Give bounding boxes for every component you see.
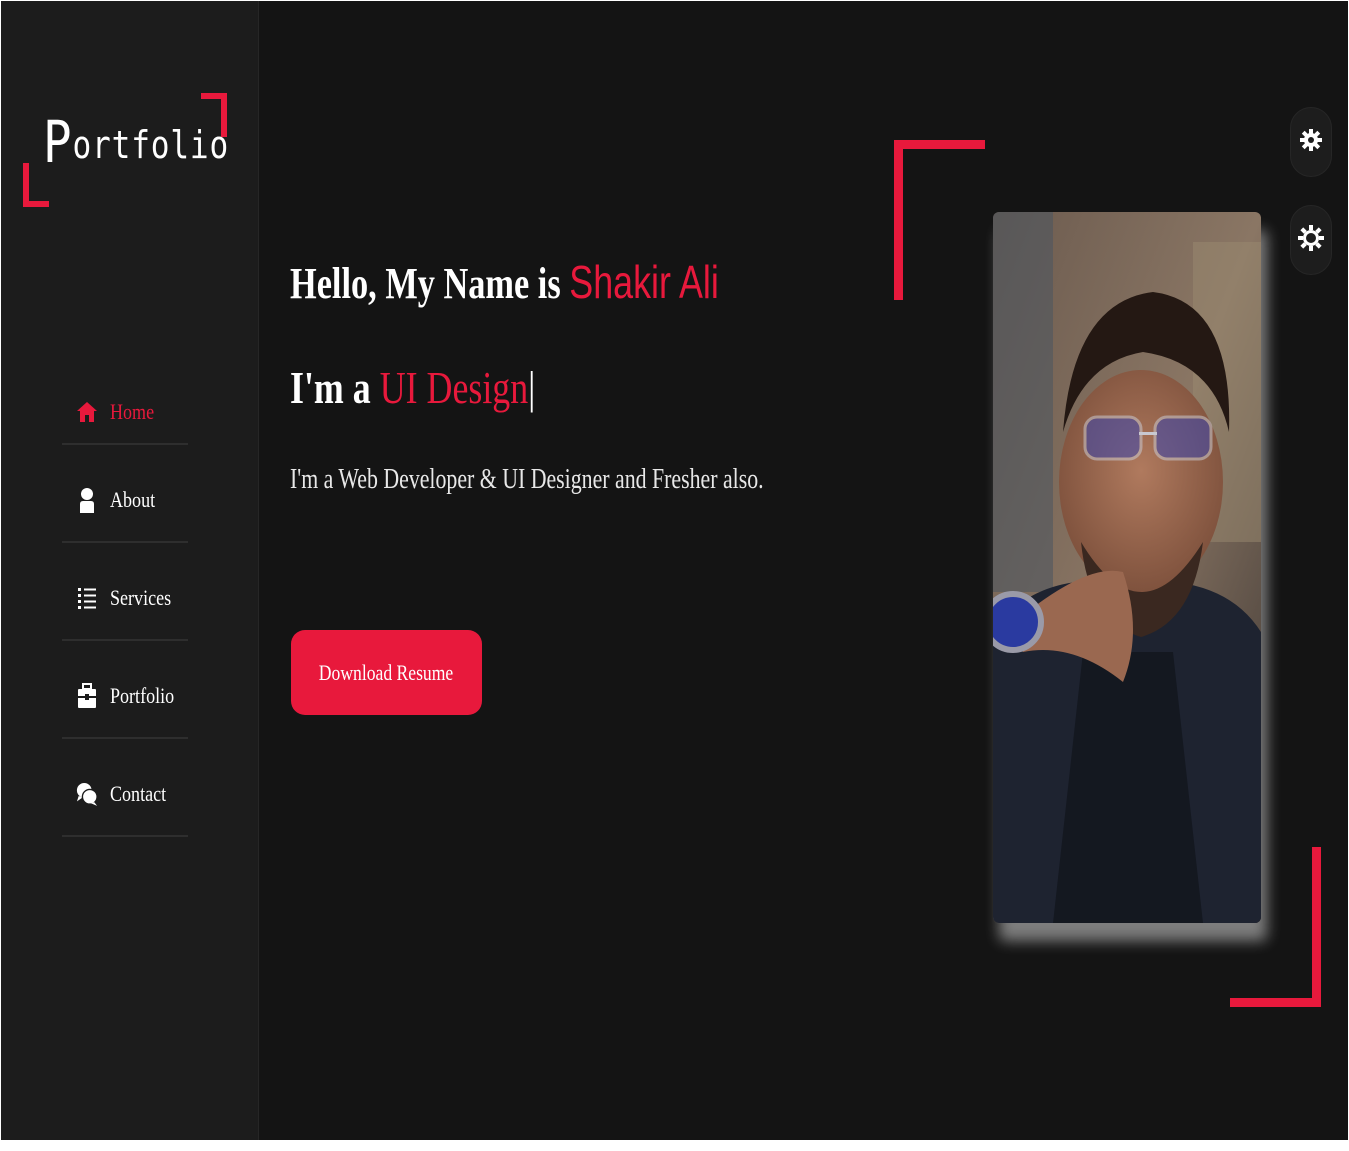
theme-toggle-button[interactable] — [1290, 205, 1332, 275]
sidebar-nav: Home About Services Portfolio Contact — [62, 381, 188, 837]
sidebar-item-home[interactable]: Home — [62, 381, 188, 445]
download-resume-button[interactable]: Download Resume — [291, 630, 482, 715]
profile-photo — [993, 212, 1261, 923]
photo-corner-top-left — [894, 140, 985, 300]
sidebar-item-label: Contact — [110, 781, 167, 806]
home-icon — [76, 400, 98, 424]
logo[interactable]: Portfolio — [23, 93, 230, 207]
role-typed-text: UI Design — [379, 362, 529, 413]
hero-section: Hello, My Name is Shakir Ali I'm a UI De… — [290, 1, 910, 1140]
logo-first-letter: P — [43, 108, 73, 176]
sidebar-item-contact[interactable]: Contact — [62, 739, 188, 837]
sidebar-item-label: About — [110, 487, 156, 512]
logo-text: Portfolio — [43, 109, 230, 171]
page-frame: Portfolio Home About Services Portfolio … — [1, 1, 1348, 1140]
settings-toggle-button[interactable] — [1290, 107, 1332, 177]
hero-name: Shakir Ali — [569, 256, 719, 308]
sidebar-item-about[interactable]: About — [62, 445, 188, 543]
role-prefix: I'm a — [290, 362, 380, 413]
sidebar-item-services[interactable]: Services — [62, 543, 188, 641]
sidebar: Portfolio Home About Services Portfolio … — [1, 1, 259, 1140]
hero-greeting: Hello, My Name is Shakir Ali — [290, 255, 719, 309]
user-icon — [76, 488, 98, 513]
hero-role: I'm a UI Design| — [290, 361, 535, 414]
sidebar-item-label: Services — [110, 585, 172, 610]
logo-rest: ortfolio — [72, 123, 230, 167]
briefcase-icon — [76, 683, 98, 708]
list-icon — [76, 586, 98, 610]
sidebar-item-label: Portfolio — [109, 683, 174, 708]
chat-icon — [76, 782, 98, 806]
sun-icon — [1298, 224, 1324, 256]
typing-cursor: | — [528, 362, 536, 413]
hero-description: I'm a Web Developer & UI Designer and Fr… — [290, 464, 764, 495]
gear-icon — [1299, 128, 1323, 157]
greeting-text: Hello, My Name is — [290, 259, 570, 308]
sidebar-item-portfolio[interactable]: Portfolio — [62, 641, 188, 739]
sidebar-item-label: Home — [110, 399, 155, 424]
download-resume-label: Download Resume — [319, 659, 454, 685]
